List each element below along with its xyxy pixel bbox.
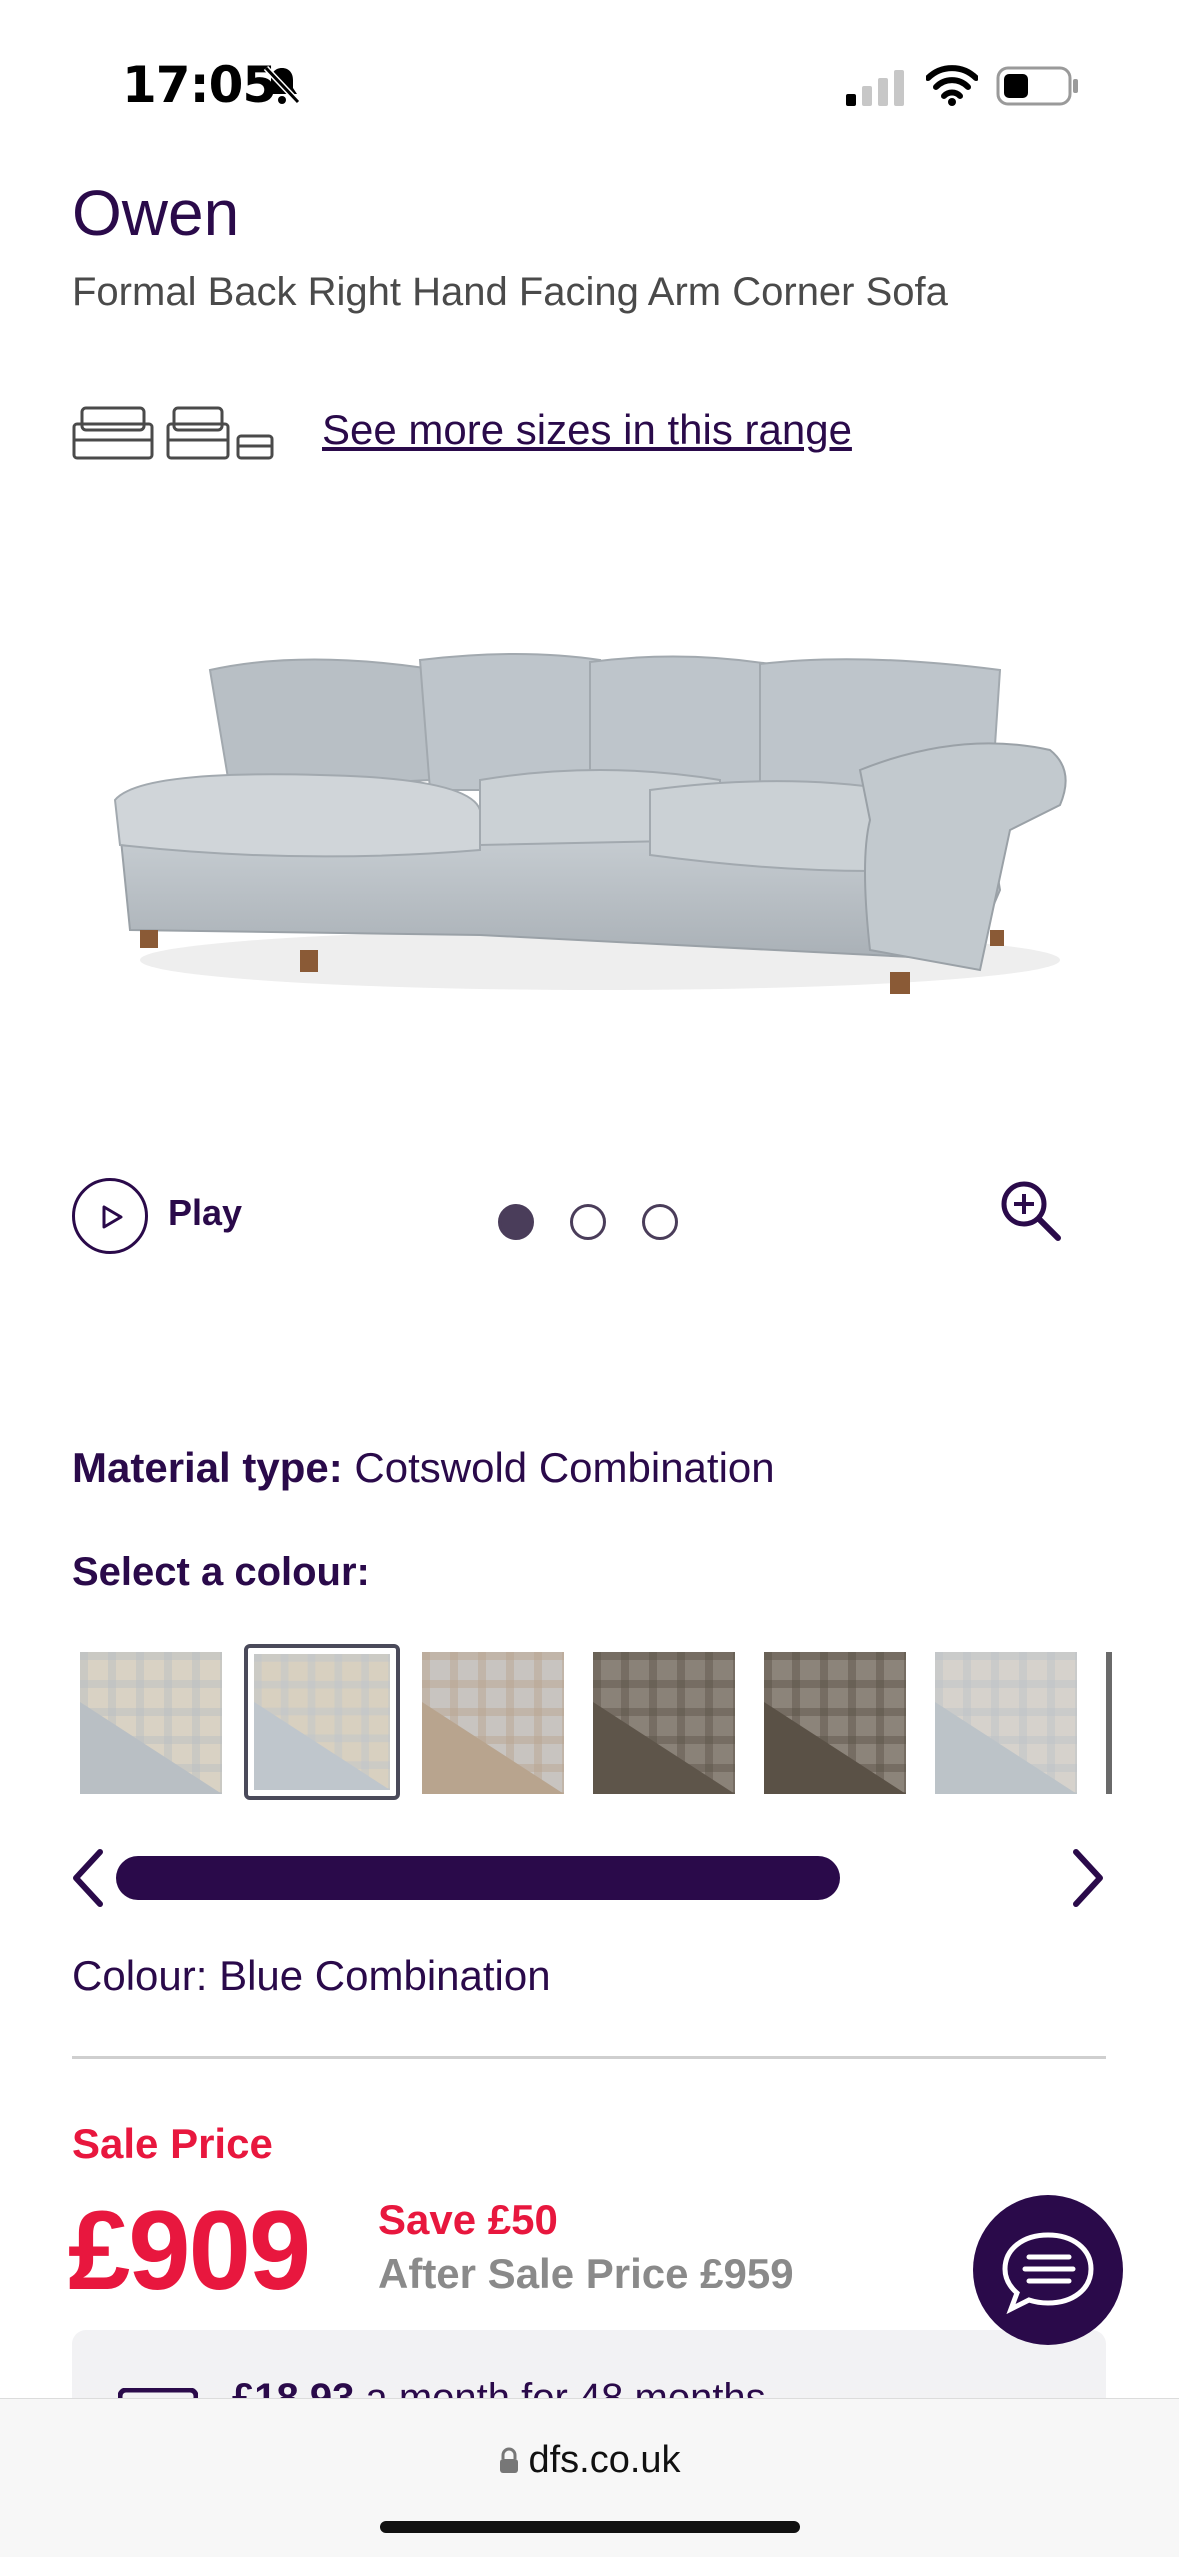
product-title: Owen	[72, 177, 240, 249]
zoom-in-icon[interactable]	[996, 1176, 1066, 1246]
url-text: dfs.co.uk	[528, 2439, 681, 2481]
swatch-pattern	[422, 1652, 564, 1794]
lock-icon	[500, 2447, 519, 2473]
status-time: 17:05	[122, 56, 277, 114]
battery-icon	[996, 66, 1078, 106]
colour-swatch-partial[interactable]	[1106, 1652, 1112, 1794]
swatch-pattern	[935, 1652, 1077, 1794]
home-indicator[interactable]	[380, 2521, 800, 2533]
swatch-scrollbar[interactable]	[116, 1856, 840, 1900]
see-more-sizes-link[interactable]: See more sizes in this range	[322, 406, 852, 454]
chat-button[interactable]	[973, 2195, 1123, 2345]
bell-muted-icon	[263, 65, 301, 105]
signal-icon	[846, 70, 904, 106]
colour-swatch-2[interactable]	[244, 1644, 400, 1800]
price: £909	[68, 2188, 311, 2313]
colour-swatch-1[interactable]	[80, 1652, 222, 1794]
selected-colour: Colour: Blue Combination	[72, 1952, 551, 2000]
carousel-dot-2[interactable]	[570, 1204, 606, 1240]
colour-swatch-5[interactable]	[764, 1652, 906, 1794]
colour-value: Blue Combination	[219, 1952, 551, 1999]
sale-price-label: Sale Price	[72, 2120, 273, 2167]
chevron-left-icon[interactable]	[68, 1846, 108, 1910]
swatch-pattern	[764, 1652, 906, 1794]
url-display[interactable]: dfs.co.uk	[0, 2439, 1179, 2482]
play-label[interactable]: Play	[168, 1192, 242, 1234]
colour-swatch-4[interactable]	[593, 1652, 735, 1794]
browser-url-bar[interactable]: dfs.co.uk	[0, 2398, 1179, 2557]
carousel-dot-1[interactable]	[498, 1204, 534, 1240]
swatch-pattern	[254, 1654, 396, 1796]
chevron-right-icon[interactable]	[1068, 1846, 1108, 1910]
colour-swatch-6[interactable]	[935, 1652, 1077, 1794]
sofa-sizes-icon	[72, 406, 274, 460]
chat-icon	[1002, 2232, 1094, 2315]
swatch-pattern	[80, 1652, 222, 1794]
material-type-value: Cotswold Combination	[354, 1444, 775, 1491]
save-amount: Save £50	[378, 2196, 558, 2243]
play-button[interactable]	[72, 1178, 148, 1254]
play-icon	[102, 1205, 123, 1229]
colour-label: Colour:	[72, 1952, 208, 1999]
select-colour-label: Select a colour:	[72, 1550, 370, 1594]
material-type-label: Material type:	[72, 1444, 343, 1491]
swatch-pattern	[593, 1652, 735, 1794]
after-sale-price: After Sale Price £959	[378, 2250, 794, 2297]
product-image[interactable]	[100, 630, 1080, 1030]
divider	[72, 2056, 1106, 2059]
material-type: Material type: Cotswold Combination	[72, 1444, 775, 1492]
wifi-icon	[926, 65, 978, 106]
carousel-dot-3[interactable]	[642, 1204, 678, 1240]
colour-swatch-3[interactable]	[422, 1652, 564, 1794]
product-description: Formal Back Right Hand Facing Arm Corner…	[72, 270, 948, 314]
